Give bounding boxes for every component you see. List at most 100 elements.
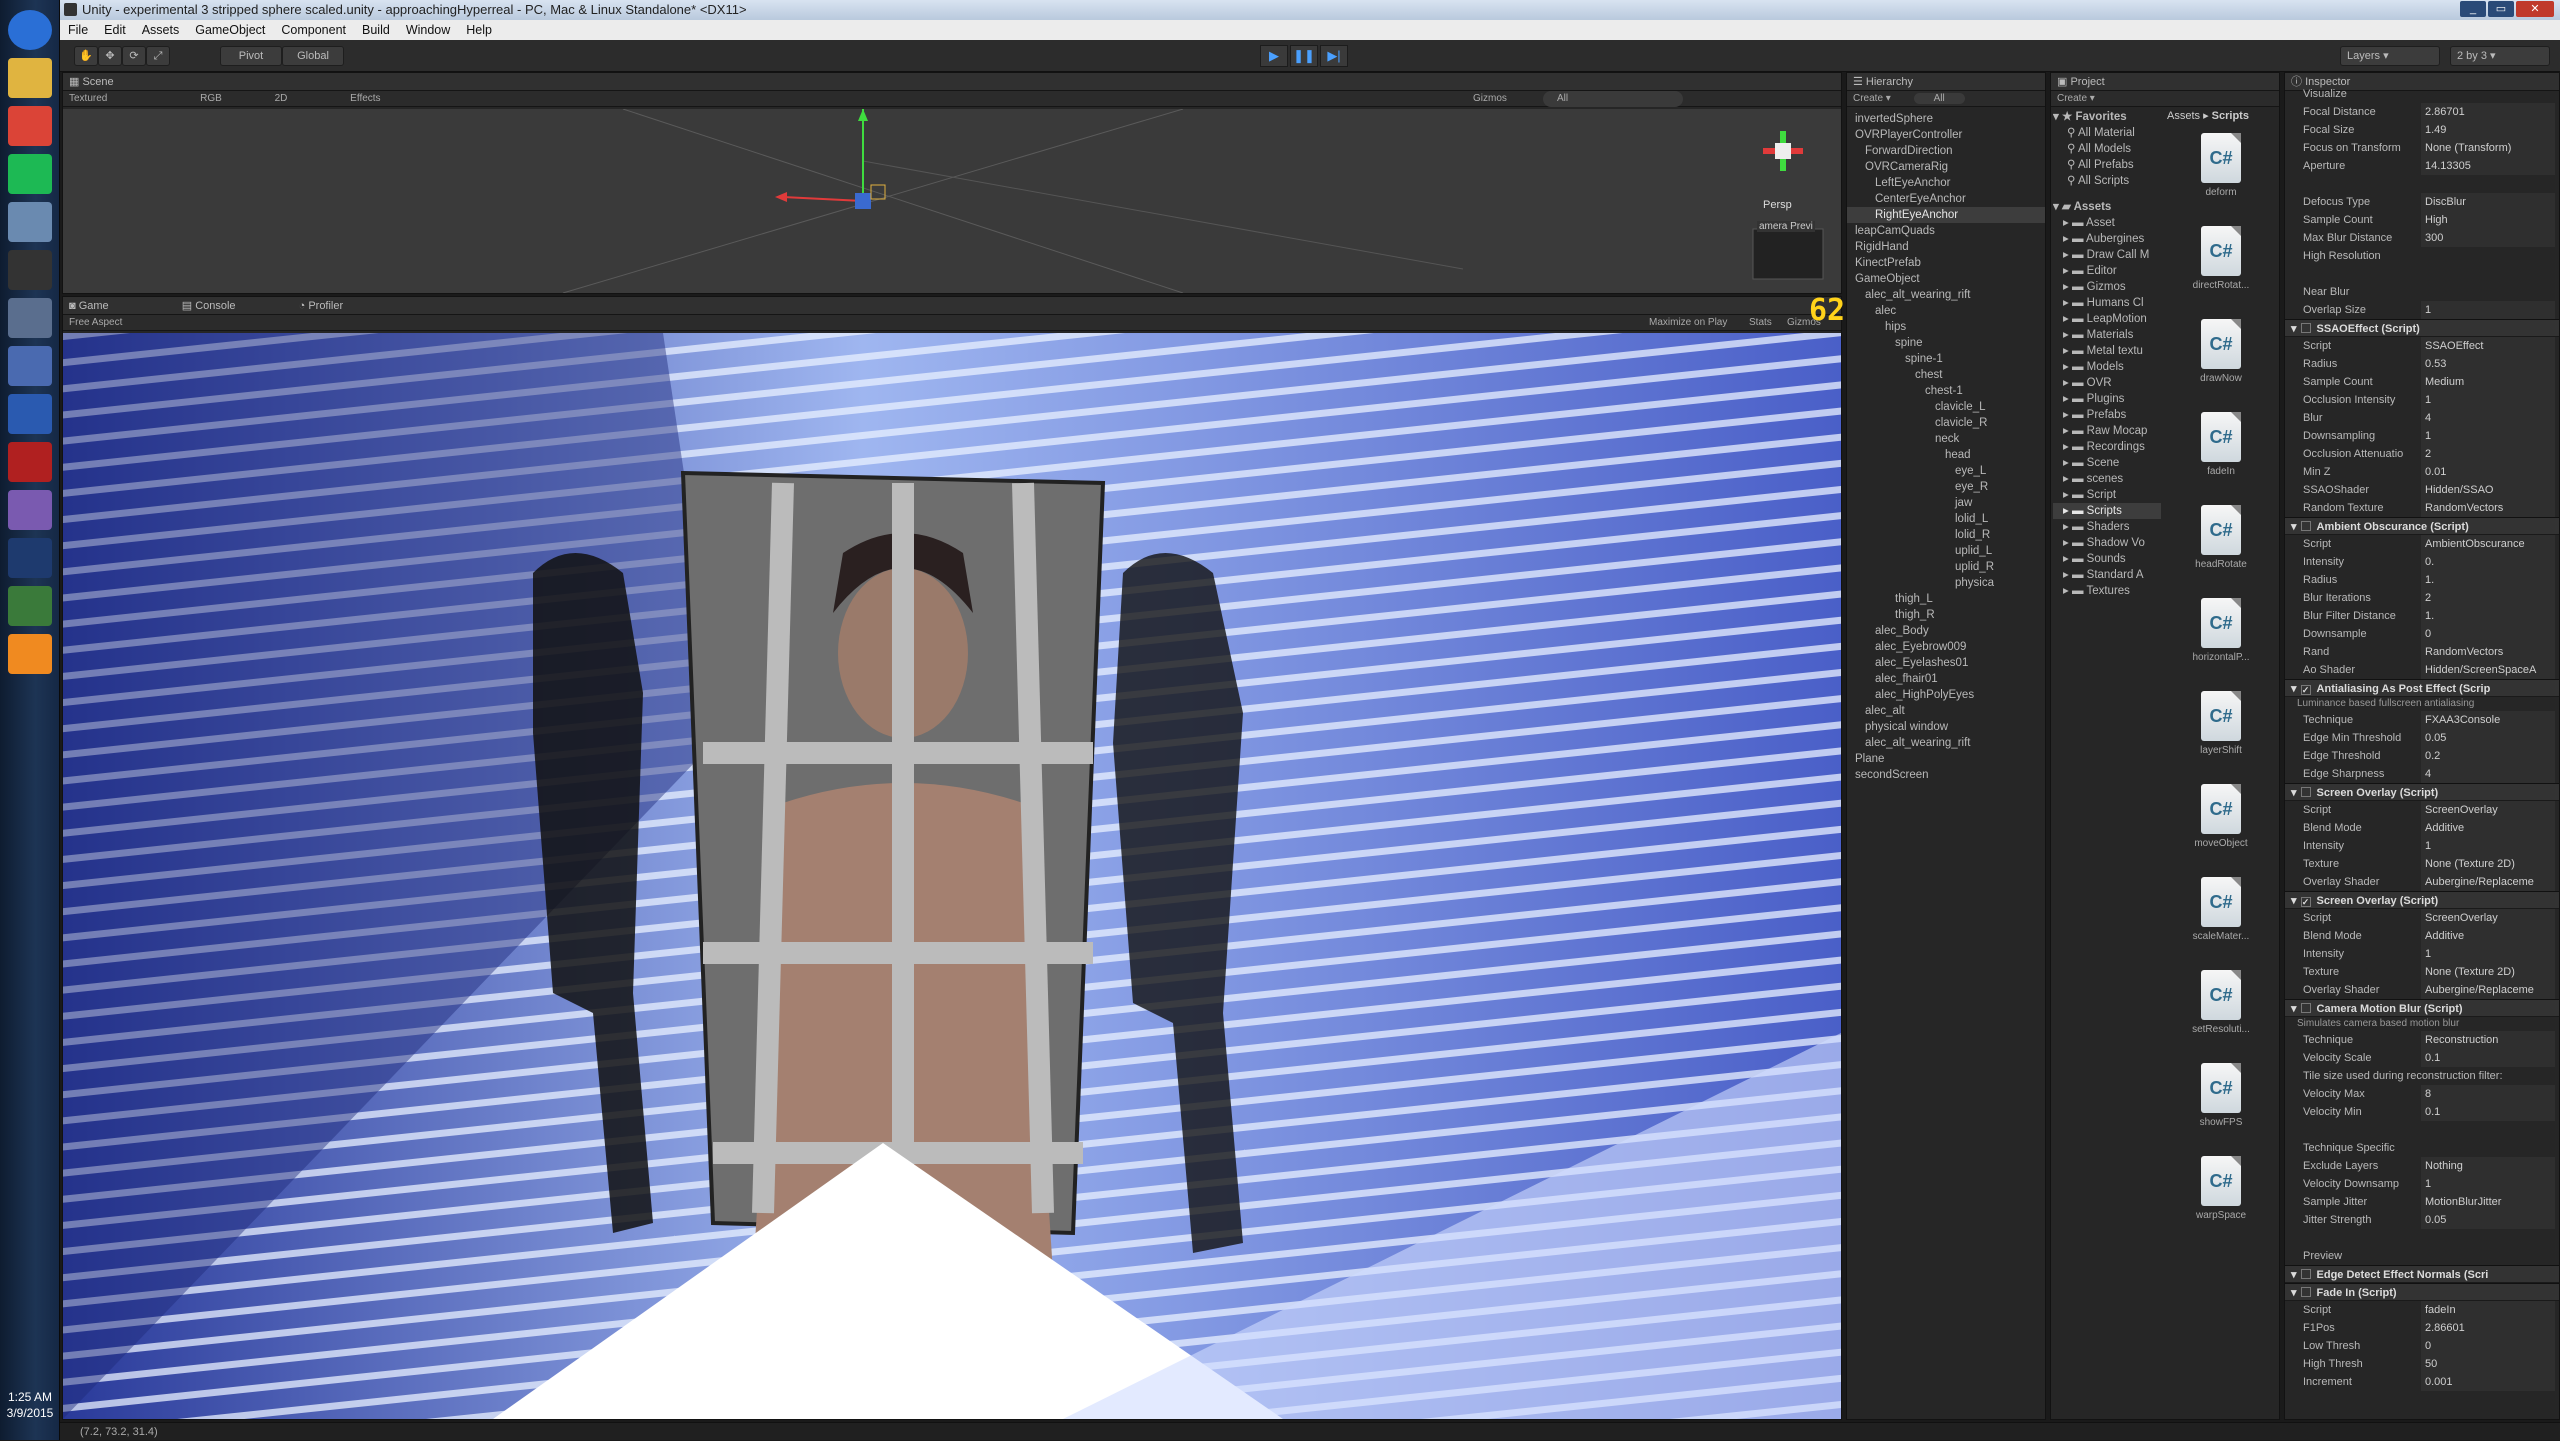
foldout-icon[interactable]: ▾ [2291, 683, 2297, 695]
layers-dropdown[interactable]: Layers ▾ [2340, 46, 2440, 66]
property-value[interactable]: None (Texture 2D) [2421, 855, 2555, 873]
hierarchy-item[interactable]: OVRCameraRig [1847, 159, 2045, 175]
script-asset[interactable]: C# moveObject [2191, 784, 2251, 849]
hierarchy-item[interactable]: alec_Body [1847, 623, 2045, 639]
maximize-button[interactable]: ▭ [2488, 1, 2514, 17]
hierarchy-item[interactable]: alec [1847, 303, 2045, 319]
property-value[interactable]: RandomVectors [2421, 499, 2555, 517]
hierarchy-item[interactable]: RightEyeAnchor [1847, 207, 2045, 223]
component-header[interactable]: ▾ SSAOEffect (Script) [2285, 319, 2559, 337]
component-header[interactable]: ▾ ✓ Antialiasing As Post Effect (Scrip [2285, 679, 2559, 697]
script-asset[interactable]: C# warpSpace [2191, 1156, 2251, 1221]
favorite-item[interactable]: ⚲ All Models [2053, 141, 2161, 157]
property-value[interactable]: 14.13305 [2421, 157, 2555, 175]
property-value[interactable]: 0 [2421, 1337, 2555, 1355]
shading-dropdown[interactable]: Textured [69, 93, 107, 104]
pivot-toggle[interactable]: Pivot [220, 46, 282, 66]
property-value[interactable]: Aubergine/Replaceme [2421, 981, 2555, 999]
property-value[interactable]: FXAA3Console [2421, 711, 2555, 729]
property-value[interactable]: Medium [2421, 373, 2555, 391]
hierarchy-item[interactable]: clavicle_L [1847, 399, 2045, 415]
global-toggle[interactable]: Global [282, 46, 344, 66]
vlc-icon[interactable] [8, 634, 52, 674]
script-asset[interactable]: C# deform [2191, 133, 2251, 198]
scene-gizmos-dropdown[interactable]: Gizmos [1473, 91, 1507, 107]
hierarchy-item[interactable]: GameObject [1847, 271, 2045, 287]
move-tool-button[interactable]: ✥ [98, 46, 122, 66]
hierarchy-create-button[interactable]: Create [1853, 93, 1883, 104]
hierarchy-item[interactable]: thigh_L [1847, 591, 2045, 607]
script-asset[interactable]: C# setResoluti... [2191, 970, 2251, 1035]
folder-item[interactable]: ▸ ▬ Prefabs [2053, 407, 2161, 423]
hierarchy-item[interactable]: physical window [1847, 719, 2045, 735]
favorites-header[interactable]: ▾ ★ Favorites [2053, 109, 2161, 125]
property-value[interactable]: ScreenOverlay [2421, 801, 2555, 819]
property-value[interactable]: 0.01 [2421, 463, 2555, 481]
favorite-item[interactable]: ⚲ All Material [2053, 125, 2161, 141]
hierarchy-item[interactable]: KinectPrefab [1847, 255, 2045, 271]
folder-item[interactable]: ▸ ▬ Scene [2053, 455, 2161, 471]
step-button[interactable]: ▶| [1320, 45, 1348, 67]
tab-profiler[interactable]: ◔ Profiler [299, 300, 344, 312]
persp-label[interactable]: Persp [1763, 199, 1792, 211]
scene-gizmo[interactable] [1753, 121, 1813, 181]
property-value[interactable]: None (Texture 2D) [2421, 963, 2555, 981]
scene-viewport[interactable] [63, 109, 1841, 293]
hierarchy-tab[interactable]: ☰ Hierarchy [1847, 73, 2045, 91]
photoshop-icon[interactable] [8, 538, 52, 578]
menu-help[interactable]: Help [458, 20, 500, 40]
remote-desktop-icon[interactable] [8, 346, 52, 386]
hierarchy-item[interactable]: CenterEyeAnchor [1847, 191, 2045, 207]
scale-tool-button[interactable]: ⤢ [146, 46, 170, 66]
favorite-item[interactable]: ⚲ All Prefabs [2053, 157, 2161, 173]
folder-item[interactable]: ▸ ▬ Script [2053, 487, 2161, 503]
project-create-button[interactable]: Create [2057, 93, 2087, 104]
property-value[interactable]: 0.05 [2421, 729, 2555, 747]
menu-window[interactable]: Window [398, 20, 458, 40]
hierarchy-item[interactable]: alec_alt_wearing_rift [1847, 735, 2045, 751]
hierarchy-item[interactable]: alec_HighPolyEyes [1847, 687, 2045, 703]
hierarchy-item[interactable]: spine-1 [1847, 351, 2045, 367]
property-value[interactable]: 0.2 [2421, 747, 2555, 765]
menu-build[interactable]: Build [354, 20, 398, 40]
folder-item[interactable]: ▸ ▬ scenes [2053, 471, 2161, 487]
property-value[interactable]: MotionBlurJitter [2421, 1193, 2555, 1211]
hierarchy-item[interactable]: RigidHand [1847, 239, 2045, 255]
hierarchy-item[interactable]: invertedSphere [1847, 111, 2045, 127]
network-icon[interactable] [8, 202, 52, 242]
menu-component[interactable]: Component [273, 20, 354, 40]
property-value[interactable]: 0.001 [2421, 1373, 2555, 1391]
enable-checkbox[interactable] [2300, 521, 2311, 531]
script-asset[interactable]: C# layerShift [2191, 691, 2251, 756]
tab-console[interactable]: ▤ Console [182, 300, 236, 312]
script-asset[interactable]: C# drawNow [2191, 319, 2251, 384]
menu-edit[interactable]: Edit [96, 20, 134, 40]
property-value[interactable]: 0.05 [2421, 1211, 2555, 1229]
property-value[interactable]: 8 [2421, 1085, 2555, 1103]
stats-toggle[interactable]: Stats [1749, 315, 1772, 331]
foldout-icon[interactable]: ▾ [2291, 1287, 2297, 1299]
menu-assets[interactable]: Assets [134, 20, 188, 40]
hierarchy-item[interactable]: alec_Eyebrow009 [1847, 639, 2045, 655]
rgb-dropdown[interactable]: RGB [200, 93, 222, 104]
property-value[interactable]: 0.1 [2421, 1049, 2555, 1067]
folder-item[interactable]: ▸ ▬ Standard A [2053, 567, 2161, 583]
foldout-icon[interactable]: ▾ [2291, 787, 2297, 799]
hierarchy-item[interactable]: eye_L [1847, 463, 2045, 479]
hierarchy-item[interactable]: hips [1847, 319, 2045, 335]
folder-item[interactable]: ▸ ▬ OVR [2053, 375, 2161, 391]
pause-button[interactable]: ❚❚ [1290, 45, 1318, 67]
property-value[interactable]: 0. [2421, 553, 2555, 571]
property-value[interactable]: Nothing [2421, 1157, 2555, 1175]
close-button[interactable]: ✕ [2516, 1, 2554, 17]
property-value[interactable]: 0.53 [2421, 355, 2555, 373]
script-asset[interactable]: C# directRotat... [2191, 226, 2251, 291]
property-value[interactable]: 300 [2421, 229, 2555, 247]
hierarchy-item[interactable]: Plane [1847, 751, 2045, 767]
rotate-tool-button[interactable]: ⟳ [122, 46, 146, 66]
folder-item[interactable]: ▸ ▬ Scripts [2053, 503, 2161, 519]
folder-item[interactable]: ▸ ▬ Metal textu [2053, 343, 2161, 359]
folder-item[interactable]: ▸ ▬ Recordings [2053, 439, 2161, 455]
scene-search-input[interactable]: All [1543, 91, 1683, 107]
enable-checkbox[interactable]: ✓ [2300, 685, 2311, 695]
